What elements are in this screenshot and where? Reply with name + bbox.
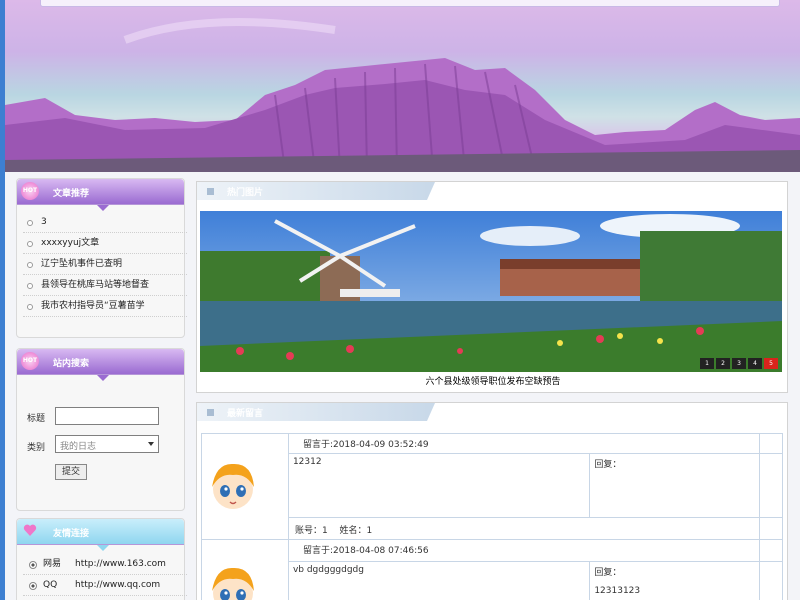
article-item[interactable]: 县领导在桃库马站等地督查 — [23, 275, 187, 296]
messages-table: 留言于:2018-04-09 03:52:49 12312 回复： 账号：1 姓… — [201, 433, 783, 600]
header-notch — [97, 375, 109, 381]
article-list: 3 xxxxyyuj文章 辽宁坠机事件已查明 县领导在桃库马站等地督查 我市农村… — [23, 212, 187, 317]
article-recommend-header: HOT 文章推荐 — [17, 179, 184, 205]
reply-text: 12313123 — [594, 586, 641, 596]
mountain-banner-image — [5, 18, 800, 172]
article-item[interactable]: xxxxyyuj文章 — [23, 233, 187, 254]
link-item[interactable]: QQ http://www.qq.com — [23, 575, 187, 596]
message-time: 留言于:2018-04-09 03:52:49 — [287, 433, 761, 454]
friend-links-box: 友情连接 网易 http://www.163.com QQ http://www.q… — [16, 518, 187, 600]
header-notch — [97, 205, 109, 211]
link-name: QQ — [43, 580, 58, 590]
link-item[interactable]: 网易 http://www.163.com — [23, 554, 187, 575]
site-search-header: HOT 站内搜索 — [17, 349, 184, 375]
hot-badge-icon: HOT — [21, 352, 39, 370]
avatar — [206, 563, 260, 600]
left-edge-bar — [0, 0, 5, 600]
hot-pictures-title: 热门图片 — [227, 188, 264, 198]
title-input[interactable] — [55, 407, 159, 425]
article-recommend-box: HOT 文章推荐 3 xxxxyyuj文章 辽宁坠机事件已查明 县领导在桃库马站… — [16, 178, 187, 338]
site-search-title: 站内搜索 — [53, 359, 90, 369]
latest-messages-tab: 最新留言 — [197, 403, 435, 421]
chevron-down-icon — [148, 442, 154, 446]
message-header-row: 留言于:2018-04-08 07:46:56 — [201, 539, 783, 600]
article-item[interactable]: 3 — [23, 212, 187, 233]
header-notch — [97, 545, 109, 551]
page-button[interactable]: 1 — [700, 358, 714, 369]
latest-messages-title: 最新留言 — [227, 409, 264, 419]
latest-messages-panel: 最新留言 留言于:2018-04-09 03:52:49 12312 回复： 账… — [196, 402, 788, 600]
article-recommend-title: 文章推荐 — [53, 189, 90, 199]
square-icon — [207, 409, 214, 416]
message-reply-cell: 回复： 12313123 — [589, 561, 761, 600]
tab-tail — [427, 403, 435, 421]
windmill-landscape-image — [200, 211, 782, 372]
article-item[interactable]: 辽宁坠机事件已查明 — [23, 254, 187, 275]
friend-links-list: 网易 http://www.163.com QQ http://www.qq.com — [23, 554, 187, 596]
hot-badge-icon: HOT — [21, 182, 39, 200]
page-button[interactable]: 3 — [732, 358, 746, 369]
article-item[interactable]: 我市农村指导员“豆薯苗学 — [23, 296, 187, 317]
page-button[interactable]: 4 — [748, 358, 762, 369]
page-button-active[interactable]: 5 — [764, 358, 778, 369]
reply-label: 回复： — [594, 460, 622, 470]
hot-pictures-panel: 热门图片 1 2 3 4 5 六个县处级领导职位发布空缺预告 — [196, 181, 788, 393]
category-select[interactable]: 我的日志 — [55, 435, 159, 453]
reply-label: 回复： — [594, 568, 622, 578]
friend-links-header: 友情连接 — [17, 519, 184, 545]
message-footer-row: 账号：1 姓名：1 — [202, 517, 783, 540]
slideshow-image[interactable]: 1 2 3 4 5 — [200, 211, 782, 372]
avatar-cell — [201, 433, 289, 540]
link-url[interactable]: http://www.163.com — [75, 559, 166, 569]
page-button[interactable]: 2 — [716, 358, 730, 369]
slideshow-caption[interactable]: 六个县处级领导职位发布空缺预告 — [197, 374, 789, 387]
hot-pictures-tab: 热门图片 — [197, 182, 435, 200]
message-body-row: vb dgdgggdgdg 回复： 12313123 — [202, 561, 783, 600]
title-label: 标题 — [27, 414, 46, 424]
message-footer: 账号：1 姓名：1 — [287, 517, 761, 540]
header-banner — [5, 0, 800, 172]
message-reply-cell: 回复： — [589, 453, 761, 518]
slideshow-pager: 1 2 3 4 5 — [700, 358, 778, 369]
submit-button[interactable]: 提交 — [55, 464, 87, 480]
avatar-cell — [201, 539, 289, 600]
category-select-value: 我的日志 — [60, 442, 97, 452]
heart-icon — [23, 524, 37, 536]
link-url[interactable]: http://www.qq.com — [75, 580, 160, 590]
category-label: 类别 — [27, 443, 46, 453]
link-name: 网易 — [43, 559, 62, 569]
message-header-row: 留言于:2018-04-09 03:52:49 — [201, 433, 783, 540]
square-icon — [207, 188, 214, 195]
top-nav-bar — [40, 0, 780, 7]
friend-links-title: 友情连接 — [53, 529, 90, 539]
site-search-box: HOT 站内搜索 标题 类别 我的日志 提交 — [16, 348, 185, 511]
tab-tail — [427, 182, 435, 200]
message-content: 12312 — [287, 453, 591, 518]
message-time: 留言于:2018-04-08 07:46:56 — [287, 539, 761, 562]
message-content: vb dgdgggdgdg — [287, 561, 591, 600]
avatar — [206, 459, 260, 513]
message-body-row: 12312 回复： — [202, 453, 783, 518]
